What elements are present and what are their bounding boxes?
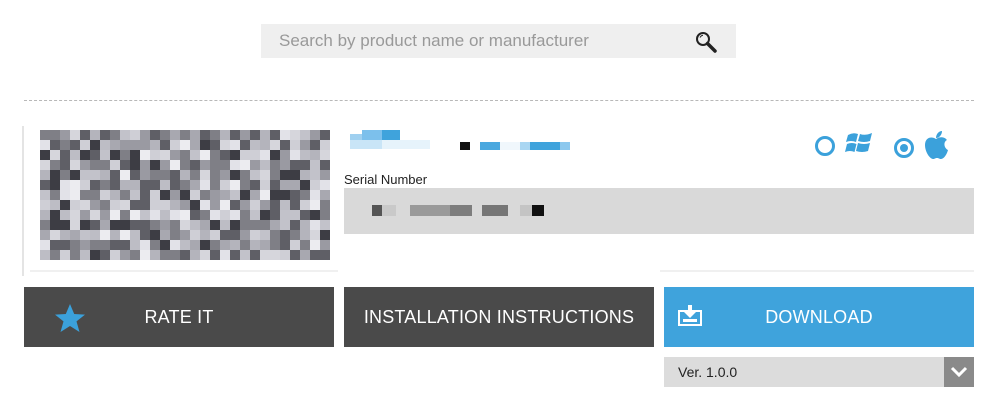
- card-border: [660, 270, 974, 272]
- windows-icon: [845, 130, 873, 161]
- product-name-redacted: [350, 128, 590, 152]
- download-button[interactable]: DOWNLOAD: [664, 287, 974, 347]
- search-bar: [261, 24, 736, 58]
- apple-radio[interactable]: [894, 137, 914, 158]
- search-input[interactable]: [261, 24, 681, 58]
- star-icon: [54, 303, 86, 338]
- os-apple-option[interactable]: [894, 130, 950, 165]
- windows-radio[interactable]: [815, 135, 835, 156]
- apple-icon: [922, 130, 950, 165]
- os-windows-option[interactable]: [815, 130, 873, 161]
- download-icon: [678, 305, 702, 332]
- card-border: [30, 270, 338, 272]
- card-border: [22, 126, 24, 276]
- version-value: Ver. 1.0.0: [678, 364, 738, 380]
- download-label: DOWNLOAD: [765, 306, 873, 327]
- installation-instructions-label: INSTALLATION INSTRUCTIONS: [363, 306, 635, 327]
- serial-number-field-redacted: [344, 188, 974, 234]
- rate-it-button[interactable]: RATE IT: [24, 287, 334, 347]
- search-icon[interactable]: [694, 30, 718, 54]
- version-select[interactable]: Ver. 1.0.0: [664, 357, 974, 387]
- serial-number-label: Serial Number: [344, 172, 428, 187]
- chevron-down-icon[interactable]: [944, 357, 974, 387]
- installation-instructions-button[interactable]: INSTALLATION INSTRUCTIONS: [344, 287, 654, 347]
- product-image: [40, 130, 330, 260]
- rate-it-label: RATE IT: [144, 306, 214, 327]
- section-divider: [24, 100, 974, 101]
